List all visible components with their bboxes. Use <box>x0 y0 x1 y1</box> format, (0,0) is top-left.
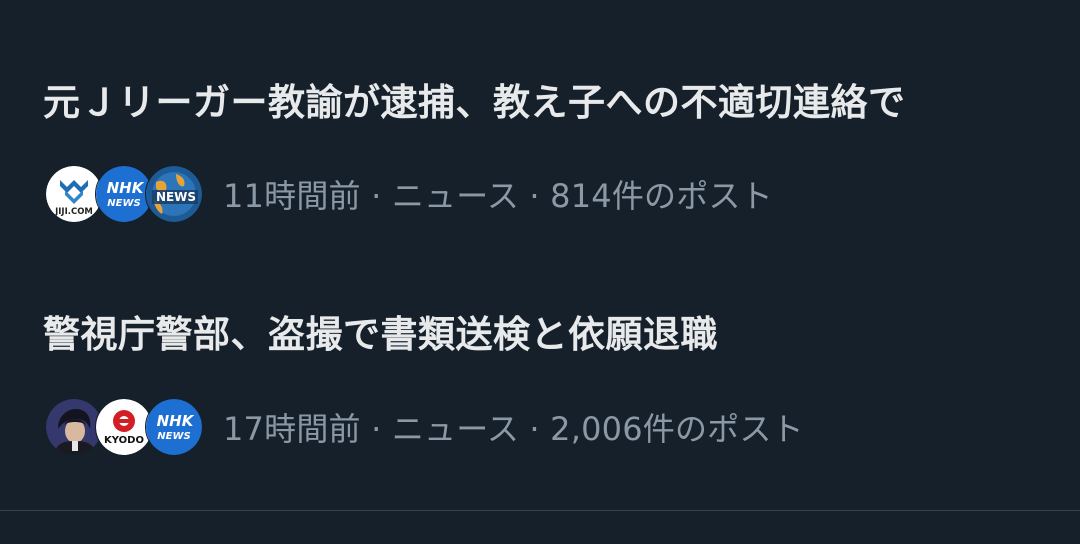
news-headline[interactable]: 元Ｊリーガー教諭が逮捕、教え子への不適切連絡で <box>43 80 906 126</box>
news-meta-row: JIJI.COM NHK NEWS NEWS 11時間前 · ニュース · 81… <box>45 165 773 223</box>
svg-text:NEWS: NEWS <box>157 431 190 442</box>
svg-text:NHK: NHK <box>107 179 145 197</box>
news-headline[interactable]: 警視庁警部、盗撮で書類送検と依願退職 <box>43 312 718 358</box>
svg-text:NEWS: NEWS <box>156 190 196 204</box>
jiji-logo-text: JIJI.COM <box>54 207 93 217</box>
source-avatars: KYODO NHK NEWS <box>45 398 220 456</box>
nhk-news-logo-icon: NHK NEWS <box>145 398 203 456</box>
svg-text:NHK: NHK <box>157 412 195 430</box>
source-avatars: JIJI.COM NHK NEWS NEWS <box>45 165 220 223</box>
divider <box>0 510 1080 511</box>
news-meta: 17時間前 · ニュース · 2,006件のポスト <box>223 410 804 448</box>
news-item[interactable]: 元Ｊリーガー教諭が逮捕、教え子への不適切連絡で JIJI.COM NHK NEW… <box>0 0 1080 258</box>
kyodo-logo-text: KYODO <box>104 435 144 446</box>
news-meta: 11時間前 · ニュース · 814件のポスト <box>223 177 773 215</box>
news-item[interactable]: 警視庁警部、盗撮で書類送検と依願退職 KYODO NHK NEWS 17時間前 … <box>0 258 1080 510</box>
svg-text:NEWS: NEWS <box>107 198 140 209</box>
news-globe-logo-icon: NEWS <box>145 165 203 223</box>
news-feed: 元Ｊリーガー教諭が逮捕、教え子への不適切連絡で JIJI.COM NHK NEW… <box>0 0 1080 544</box>
news-meta-row: KYODO NHK NEWS 17時間前 · ニュース · 2,006件のポスト <box>45 398 804 456</box>
